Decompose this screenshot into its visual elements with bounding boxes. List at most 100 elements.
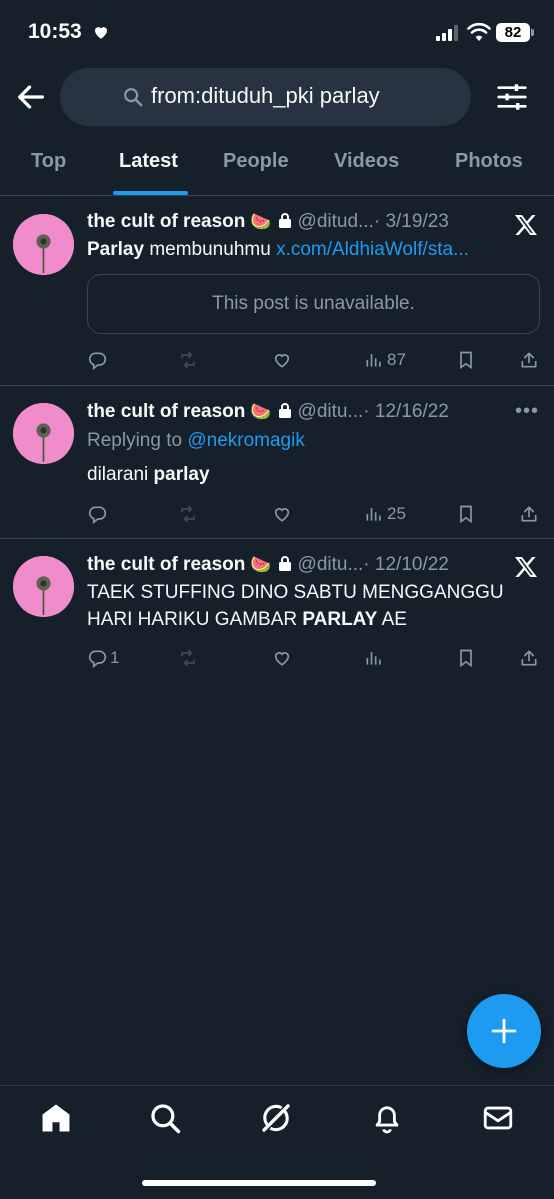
display-name[interactable]: the cult of reason [87,554,245,575]
search-query: from:dituduh_pki parlay [151,83,380,108]
views-icon [366,354,381,367]
like-button[interactable] [272,349,292,371]
status-bar: 10:53 82 [0,0,554,66]
like-icon [274,652,290,666]
bookmark-icon [460,649,472,668]
avatar[interactable] [13,556,74,617]
bookmark-icon [460,505,472,524]
views-count: 87 [387,350,406,369]
reply-button[interactable] [87,503,107,525]
bookmark-button[interactable] [456,349,476,371]
search-input[interactable]: from:dituduh_pki parlay [60,68,471,126]
tweet-actions: 87 [0,349,554,373]
views-icon [366,508,381,521]
tweet-text-line-2: HARI HARIKU GAMBAR PARLAY AE [87,609,407,630]
share-icon [521,650,537,666]
nav-grok[interactable] [259,1101,293,1135]
x-logo-icon [515,215,537,235]
views-icon [366,652,381,665]
reply-button[interactable] [87,349,107,371]
retweet-icon [181,351,195,369]
share-button[interactable] [519,647,539,669]
avatar[interactable] [13,214,74,275]
display-name[interactable]: the cult of reason [87,401,245,422]
tweet-header: the cult of reason 🍉 @ditu...· 12/16/22 [87,401,449,423]
bookmark-button[interactable] [456,647,476,669]
share-icon [521,506,537,522]
like-button[interactable] [272,647,292,669]
nav-notifications[interactable] [370,1101,404,1135]
tweet-text-line-1: TAEK STUFFING DINO SABTU MENGGANGGU [87,582,504,603]
tweet-header: the cult of reason 🍉 @ditu...· 12/10/22 [87,554,449,576]
handle[interactable]: @ditud... [298,211,374,232]
tab-people[interactable]: People [223,150,289,173]
tweet-text: dilarani parlay [87,464,210,485]
nav-messages[interactable] [481,1101,515,1135]
bookmark-icon [460,351,472,370]
search-tabs: Top Latest People Videos Photos [0,130,554,196]
tab-top[interactable]: Top [31,150,66,173]
tweet[interactable]: the cult of reason 🍉 @ditu...· 12/10/22 TA… [0,539,554,679]
mention-link[interactable]: @nekromagik [187,430,305,451]
retweet-icon [181,505,195,523]
timestamp: · 3/19/23 [373,211,449,232]
retweet-button[interactable] [178,647,198,669]
like-icon [274,508,290,522]
display-name[interactable]: the cult of reason [87,211,245,232]
compose-button[interactable] [467,994,541,1068]
home-icon [42,1104,70,1132]
tab-videos[interactable]: Videos [334,150,399,173]
retweet-button[interactable] [178,503,198,525]
home-indicator[interactable] [142,1180,376,1186]
tab-photos[interactable]: Photos [455,150,523,173]
tweet-text: Parlay membunuhmu x.com/AldhiaWolf/sta..… [87,239,469,260]
search-icon [124,88,143,107]
avatar[interactable] [13,403,74,464]
timestamp: · 12/16/22 [363,401,449,422]
like-icon [274,354,290,368]
reply-icon [88,506,107,524]
tweet-actions: 25 [0,503,554,527]
back-arrow-icon[interactable] [14,80,48,114]
quoted-post-unavailable: This post is unavailable. [87,274,540,334]
tweet-link[interactable]: x.com/AldhiaWolf/sta... [276,239,469,260]
watermelon-emoji: 🍉 [250,402,272,421]
lock-icon [278,556,291,571]
like-button[interactable] [272,503,292,525]
active-tab-indicator [113,191,188,195]
views-button[interactable] [364,647,384,669]
tweet[interactable]: the cult of reason 🍉 @ditu...· 12/16/22 ••… [0,386,554,539]
wifi-icon [467,22,491,41]
tab-latest[interactable]: Latest [119,150,178,173]
nav-home[interactable] [39,1101,73,1135]
lock-icon [278,403,291,418]
reply-icon [88,650,107,668]
reply-icon [88,352,107,370]
handle[interactable]: @ditu... [298,401,364,422]
share-button[interactable] [519,503,539,525]
reply-count: 1 [110,648,120,667]
messages-icon [483,1106,513,1130]
tweet[interactable]: the cult of reason 🍉 @ditud...· 3/19/23 Pa… [0,197,554,386]
filter-icon[interactable] [496,80,528,114]
handle[interactable]: @ditu... [298,554,364,575]
views-button[interactable]: 25 [364,503,406,525]
retweet-icon [181,649,195,667]
tweet-actions: 1 [0,647,554,671]
explore-icon [151,1104,181,1134]
bottom-nav [0,1085,554,1199]
replying-to: Replying to @nekromagik [87,430,305,451]
views-button[interactable]: 87 [364,349,406,371]
heart-icon [95,27,107,39]
views-count: 25 [387,504,406,523]
share-button[interactable] [519,349,539,371]
notifications-icon [375,1106,399,1134]
reply-button[interactable]: 1 [87,647,119,669]
more-icon[interactable]: ••• [515,400,539,423]
nav-explore[interactable] [148,1101,182,1135]
timestamp: · 12/10/22 [363,554,449,575]
bookmark-button[interactable] [456,503,476,525]
share-icon [521,352,537,368]
retweet-button[interactable] [178,349,198,371]
x-logo-icon [515,557,537,577]
